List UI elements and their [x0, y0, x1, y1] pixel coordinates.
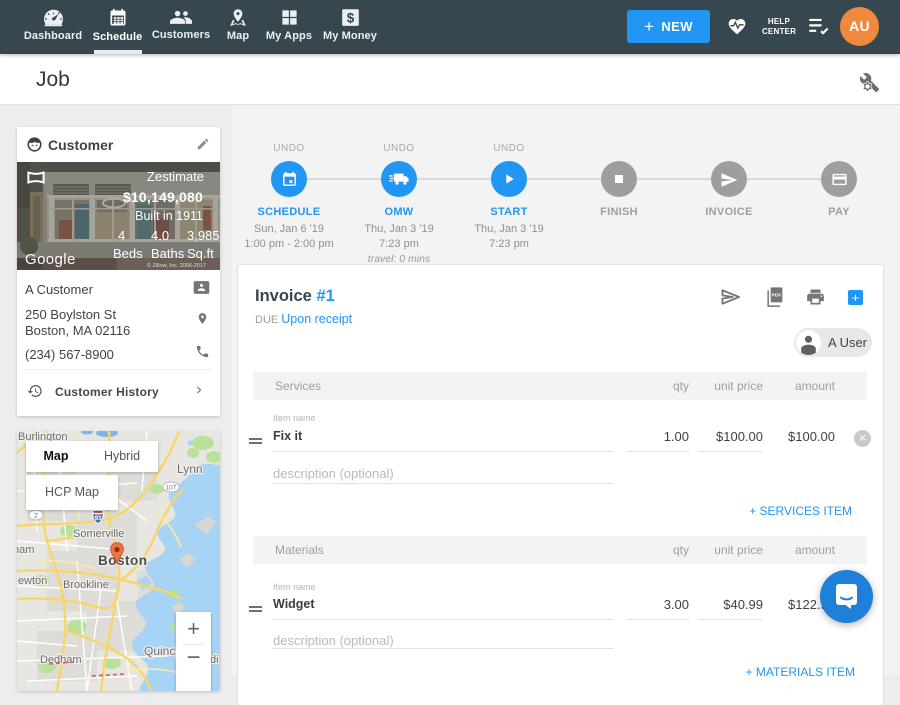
- svg-text:Lynn: Lynn: [177, 462, 203, 476]
- svg-text:Dedham: Dedham: [40, 654, 82, 666]
- svg-text:ham: ham: [17, 544, 34, 556]
- svg-text:PDF: PDF: [772, 293, 782, 299]
- svg-text:2: 2: [34, 513, 38, 520]
- svg-text:$: $: [346, 10, 354, 25]
- svg-text:di: di: [210, 654, 219, 666]
- svg-text:93: 93: [95, 515, 102, 522]
- svg-text:Boston: Boston: [98, 553, 148, 568]
- svg-text:107: 107: [166, 485, 177, 492]
- svg-text:Brookline: Brookline: [63, 579, 109, 591]
- svg-text:Newton: Newton: [17, 575, 47, 587]
- svg-text:Somerville: Somerville: [73, 528, 124, 540]
